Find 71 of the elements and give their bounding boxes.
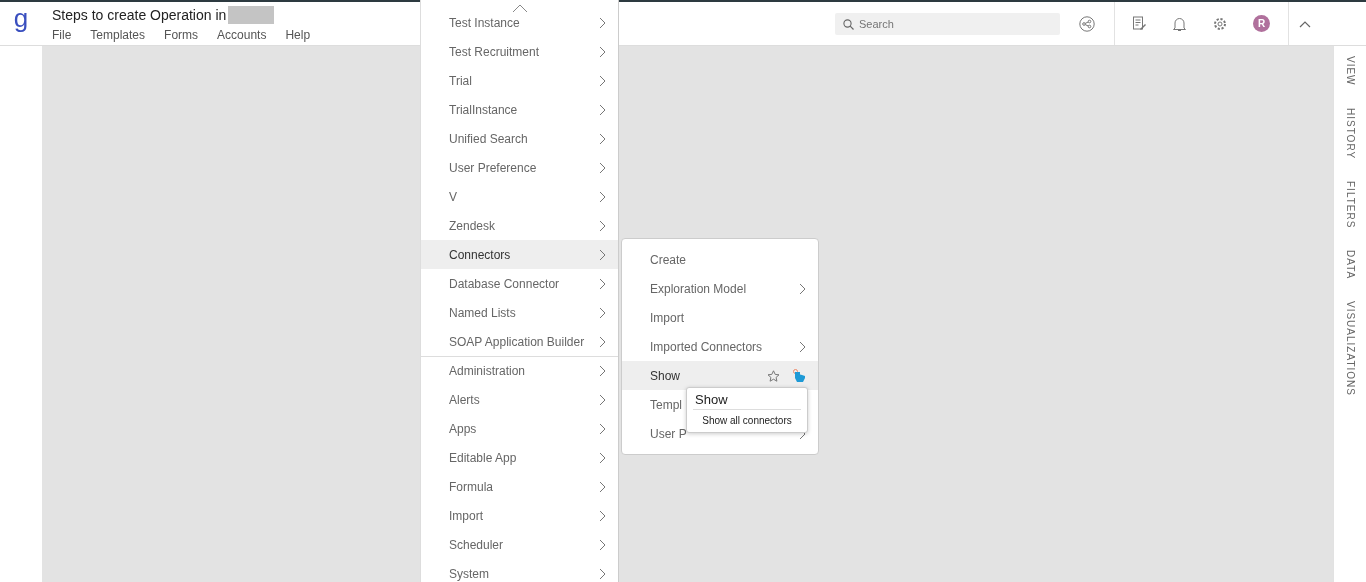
menu-item[interactable]: Trial — [421, 66, 618, 95]
menu-item[interactable]: Database Connector — [421, 269, 618, 298]
menu-item[interactable]: Administration — [421, 357, 618, 385]
menu-item[interactable]: Named Lists — [421, 298, 618, 327]
menu-bar-item[interactable]: Help — [285, 27, 311, 42]
menu-item[interactable]: Import — [421, 501, 618, 530]
menu-item[interactable]: Formula — [421, 472, 618, 501]
chevron-right-icon — [599, 16, 606, 29]
menu-bar-item[interactable]: File — [52, 27, 72, 42]
menu-item[interactable]: SOAP Application Builder — [421, 327, 618, 356]
menu-item[interactable]: Import — [622, 303, 818, 332]
settings-icon[interactable] — [1212, 15, 1228, 32]
side-tab[interactable]: VIEW — [1344, 56, 1356, 86]
chevron-right-icon — [599, 567, 606, 580]
chevron-right-icon — [599, 190, 606, 203]
tooltip-text: Show all connectors — [701, 414, 793, 426]
search-field[interactable]: Search — [835, 12, 1060, 35]
scroll-up-icon[interactable] — [512, 4, 528, 13]
hand-pointer-icon[interactable] — [792, 368, 806, 383]
chevron-right-icon — [599, 365, 606, 377]
menu-item[interactable]: Apps — [421, 414, 618, 443]
user-avatar[interactable]: R — [1253, 15, 1270, 32]
chevron-right-icon — [799, 282, 806, 295]
menu-item[interactable]: Connectors — [421, 240, 618, 269]
menu-bar-item[interactable]: Templates — [90, 27, 146, 42]
share-icon[interactable] — [1079, 15, 1095, 32]
chevron-right-icon — [599, 422, 606, 435]
menu-item[interactable]: Test Recruitment — [421, 37, 618, 66]
bell-icon[interactable] — [1172, 15, 1187, 32]
chevron-right-icon — [799, 340, 806, 353]
side-tab[interactable]: DATA — [1344, 250, 1356, 280]
chevron-right-icon — [599, 509, 606, 522]
menu-bar-item[interactable]: Accounts — [217, 27, 267, 42]
chevron-right-icon — [599, 451, 606, 464]
menu-item[interactable]: Show — [622, 361, 818, 390]
chevron-right-icon — [599, 306, 606, 319]
edit-note-icon[interactable] — [1132, 16, 1147, 31]
tooltip-title: Show — [693, 392, 801, 410]
side-tab[interactable]: FILTERS — [1344, 180, 1356, 229]
chevron-right-icon — [599, 219, 606, 232]
menu-item[interactable]: User Preference — [421, 153, 618, 182]
menu-item[interactable]: Zendesk — [421, 211, 618, 240]
chevron-right-icon — [599, 103, 606, 116]
menu-item[interactable]: Alerts — [421, 385, 618, 414]
chevron-right-icon — [599, 393, 606, 406]
menu-item[interactable]: TrialInstance — [421, 95, 618, 124]
app-logo[interactable]: g — [13, 3, 29, 32]
menu-bar-item[interactable]: Forms — [164, 27, 199, 42]
chevron-up-icon[interactable] — [1299, 19, 1311, 28]
menu-item[interactable]: V — [421, 182, 618, 211]
menu-item[interactable]: Editable App — [421, 443, 618, 472]
menu-item[interactable]: Imported Connectors — [622, 332, 818, 361]
chevron-right-icon — [599, 277, 606, 290]
menu-item[interactable]: Exploration Model — [622, 274, 818, 303]
chevron-right-icon — [599, 538, 606, 551]
chevron-right-icon — [599, 161, 606, 174]
menu-item[interactable]: Test Instance — [421, 8, 618, 37]
star-icon[interactable] — [767, 369, 780, 382]
chevron-right-icon — [599, 132, 606, 145]
chevron-right-icon — [599, 480, 606, 493]
chevron-right-icon — [599, 74, 606, 87]
menu-item[interactable]: System — [421, 559, 618, 582]
chevron-right-icon — [599, 248, 606, 261]
menu-item[interactable]: Scheduler — [421, 530, 618, 559]
side-tab[interactable]: VISUALIZATIONS — [1344, 301, 1356, 397]
menu-item[interactable]: Unified Search — [421, 124, 618, 153]
chevron-right-icon — [599, 335, 606, 348]
chevron-right-icon — [599, 45, 606, 58]
menu-item[interactable]: Create — [622, 245, 818, 274]
document-title: Steps to create Operation in — [52, 6, 227, 23]
side-tab[interactable]: HISTORY — [1344, 107, 1356, 159]
